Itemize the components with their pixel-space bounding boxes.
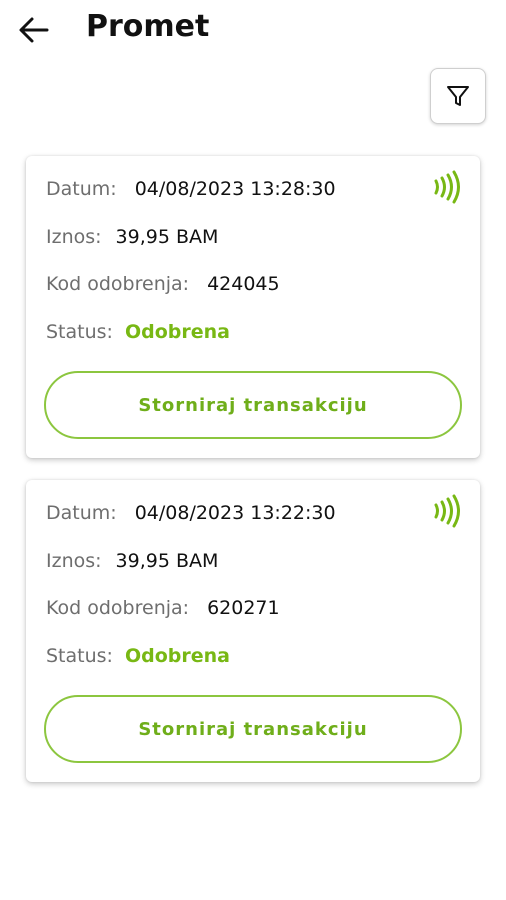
app-header: Promet xyxy=(0,0,506,56)
transaction-card: Datum: 04/08/2023 13:28:30 Iznos: 39,95 … xyxy=(26,156,480,458)
contactless-icon xyxy=(434,170,460,204)
cancel-transaction-button[interactable]: Storniraj transakciju xyxy=(44,371,462,439)
cancel-transaction-button[interactable]: Storniraj transakciju xyxy=(44,695,462,763)
arrow-left-icon xyxy=(19,17,49,43)
status-row: Status: Odobrena xyxy=(46,321,230,343)
amount-label: Iznos: xyxy=(46,226,102,248)
amount-value: 39,95 BAM xyxy=(115,550,219,572)
date-row: Datum: 04/08/2023 13:28:30 xyxy=(46,178,336,200)
status-row: Status: Odobrena xyxy=(46,645,230,667)
approval-code-label: Kod odobrenja: xyxy=(46,273,190,295)
date-value: 04/08/2023 13:28:30 xyxy=(134,178,336,200)
filter-button[interactable] xyxy=(430,68,486,124)
approval-code-value: 424045 xyxy=(207,273,280,295)
transaction-card: Datum: 04/08/2023 13:22:30 Iznos: 39,95 … xyxy=(26,480,480,782)
approval-code-label: Kod odobrenja: xyxy=(46,597,190,619)
amount-row: Iznos: 39,95 BAM xyxy=(46,226,218,248)
date-row: Datum: 04/08/2023 13:22:30 xyxy=(46,502,336,524)
amount-label: Iznos: xyxy=(46,550,102,572)
status-label: Status: xyxy=(46,645,113,667)
amount-value: 39,95 BAM xyxy=(115,226,219,248)
approval-code-row: Kod odobrenja: 424045 xyxy=(46,273,280,295)
page-title: Promet xyxy=(86,9,210,44)
filter-icon xyxy=(447,86,469,106)
approval-code-value: 620271 xyxy=(207,597,280,619)
status-label: Status: xyxy=(46,321,113,343)
date-label: Datum: xyxy=(46,178,117,200)
contactless-icon xyxy=(434,494,460,528)
amount-row: Iznos: 39,95 BAM xyxy=(46,550,218,572)
date-value: 04/08/2023 13:22:30 xyxy=(134,502,336,524)
approval-code-row: Kod odobrenja: 620271 xyxy=(46,597,280,619)
back-button[interactable] xyxy=(14,10,54,50)
transaction-list: Datum: 04/08/2023 13:28:30 Iznos: 39,95 … xyxy=(26,156,480,804)
status-value: Odobrena xyxy=(124,321,230,343)
status-value: Odobrena xyxy=(124,645,230,667)
date-label: Datum: xyxy=(46,502,117,524)
